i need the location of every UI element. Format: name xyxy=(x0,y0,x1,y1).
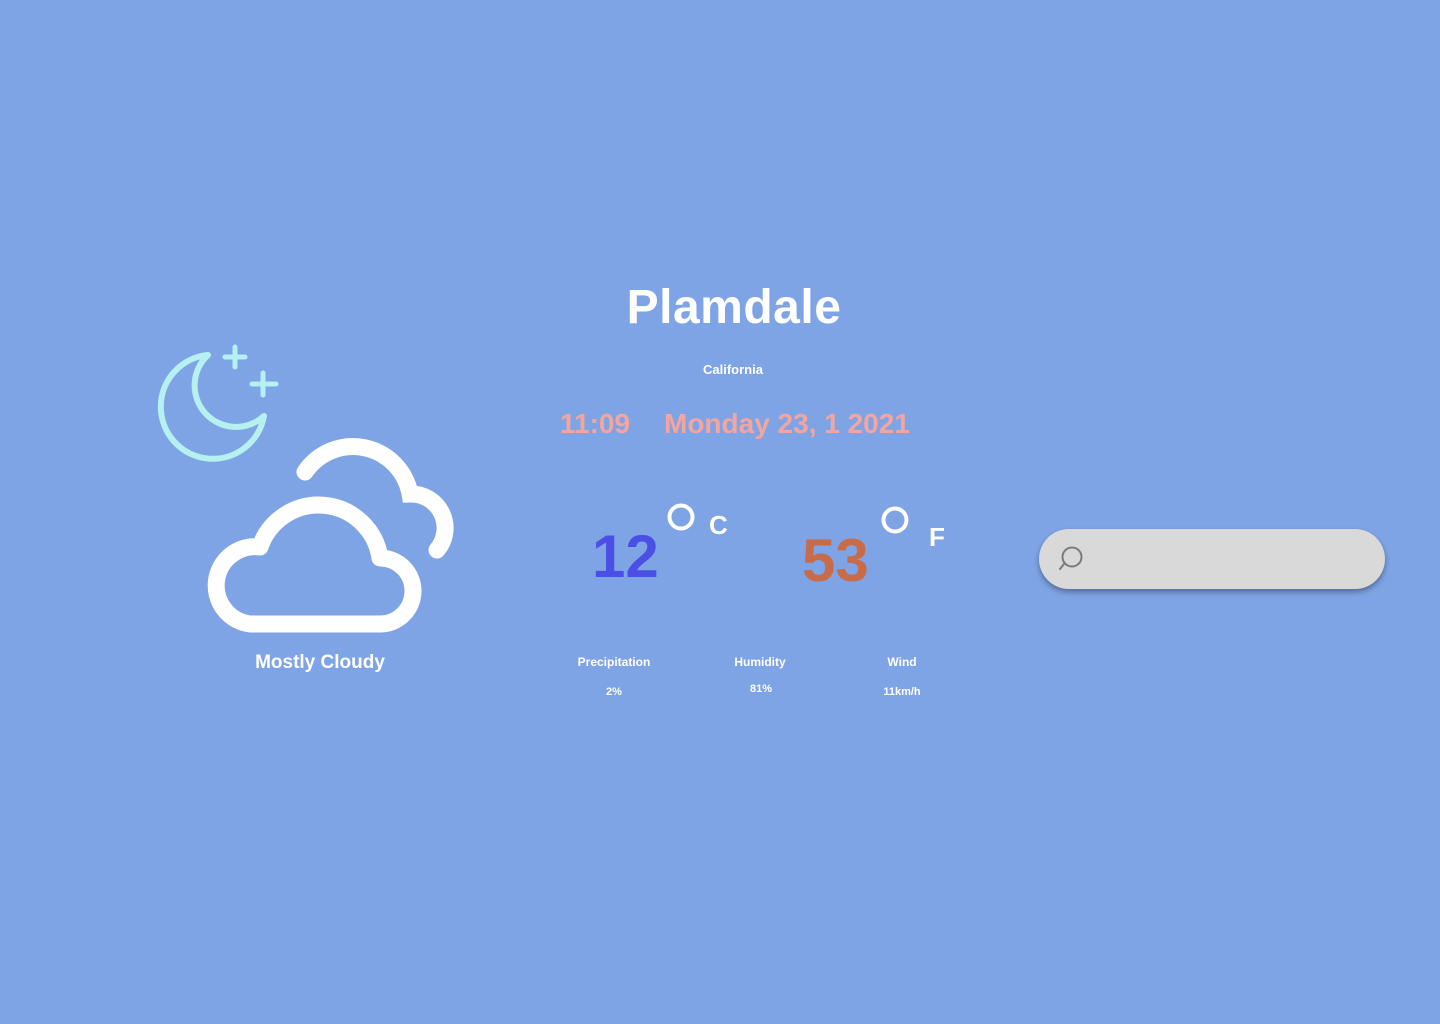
precipitation-label: Precipitation xyxy=(577,655,651,669)
temperature-fahrenheit: 53 xyxy=(802,527,869,594)
degree-icon xyxy=(881,506,909,534)
cloud-icon xyxy=(207,438,454,633)
humidity-label: Humidity xyxy=(734,655,786,669)
search-input[interactable] xyxy=(1101,541,1365,579)
region-name: California xyxy=(703,362,763,377)
weather-condition: Mostly Cloudy xyxy=(255,652,385,673)
temperature-celsius: 12 xyxy=(592,523,659,590)
wind-value: 11km/h xyxy=(883,686,921,698)
search-icon[interactable] xyxy=(1059,545,1089,573)
celsius-unit: C xyxy=(709,510,728,540)
precipitation-value: 2% xyxy=(606,686,622,698)
current-date: Monday 23, 1 2021 xyxy=(664,408,910,439)
degree-icon xyxy=(667,503,695,531)
humidity-value: 81% xyxy=(749,683,773,695)
city-name: Plamdale xyxy=(626,281,842,334)
fahrenheit-unit: F xyxy=(929,522,945,552)
current-time: 11:09 xyxy=(560,408,631,439)
wind-label: Wind xyxy=(887,655,917,669)
search-bar[interactable] xyxy=(1039,529,1385,589)
